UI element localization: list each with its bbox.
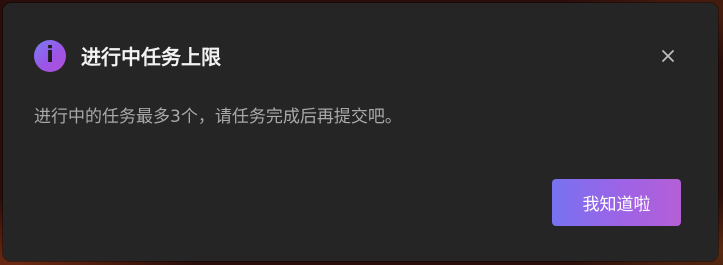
- info-icon-glyph: i: [46, 43, 54, 68]
- dialog-title: 进行中任务上限: [81, 45, 221, 69]
- close-icon[interactable]: [658, 46, 678, 66]
- confirm-button[interactable]: 我知道啦: [552, 179, 681, 226]
- dialog-message: 进行中的任务最多3个，请任务完成后再提交吧。: [34, 107, 402, 127]
- info-icon: i: [34, 40, 66, 72]
- task-limit-dialog: i 进行中任务上限 进行中的任务最多3个，请任务完成后再提交吧。 我知道啦: [3, 3, 718, 261]
